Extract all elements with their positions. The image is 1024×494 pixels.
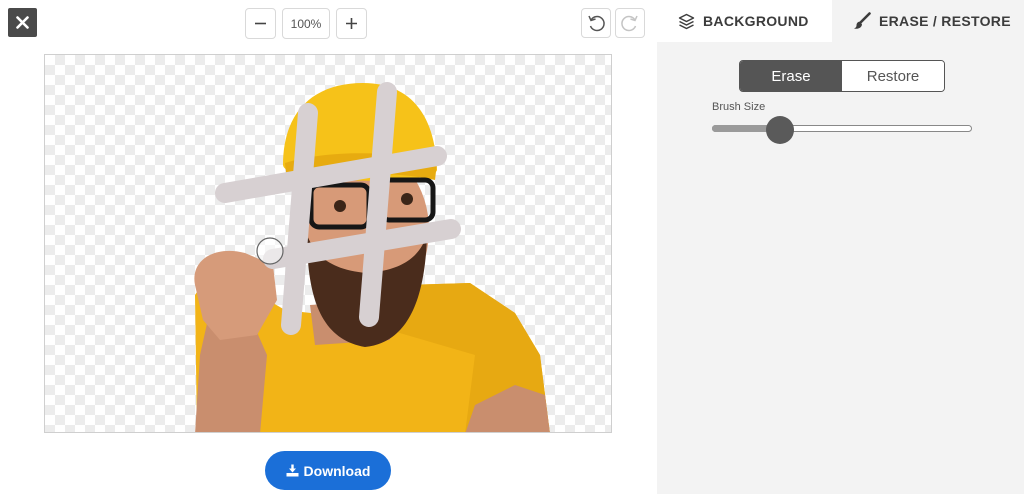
undo-button[interactable] (581, 8, 611, 38)
zoom-out-button[interactable] (245, 8, 276, 39)
plus-icon (346, 18, 357, 29)
photo-editor-app: 100% Download BACKGROUND ERASE / RESTORE… (0, 0, 1024, 494)
erase-mode-button[interactable]: Erase (740, 61, 842, 91)
brush-size-slider[interactable] (712, 116, 972, 144)
redo-icon (621, 15, 638, 32)
tab-background[interactable]: BACKGROUND (657, 0, 832, 42)
download-button[interactable]: Download (265, 451, 391, 490)
tab-background-label: BACKGROUND (703, 13, 809, 29)
erase-restore-toggle: Erase Restore (739, 60, 945, 92)
zoom-level-display: 100% (282, 8, 330, 39)
restore-mode-button[interactable]: Restore (842, 61, 944, 91)
history-controls (581, 8, 645, 38)
zoom-controls: 100% (245, 8, 367, 39)
download-icon (286, 464, 299, 477)
redo-button[interactable] (615, 8, 645, 38)
close-button[interactable] (8, 8, 37, 37)
zoom-in-button[interactable] (336, 8, 367, 39)
brush-size-label: Brush Size (712, 101, 766, 113)
slider-thumb[interactable] (766, 116, 794, 144)
download-label: Download (303, 462, 371, 479)
tab-erase-restore-label: ERASE / RESTORE (879, 13, 1011, 29)
minus-icon (255, 22, 266, 25)
tools-panel: BACKGROUND ERASE / RESTORE Erase Restore… (657, 0, 1024, 494)
subject-photo (194, 82, 550, 432)
tab-erase-restore[interactable]: ERASE / RESTORE (832, 0, 1024, 42)
close-x-icon (16, 16, 29, 29)
editing-canvas[interactable] (44, 54, 612, 433)
panel-tabs: BACKGROUND ERASE / RESTORE (657, 0, 1024, 42)
layers-icon (678, 13, 695, 29)
brush-icon (854, 12, 871, 29)
undo-icon (588, 15, 605, 32)
